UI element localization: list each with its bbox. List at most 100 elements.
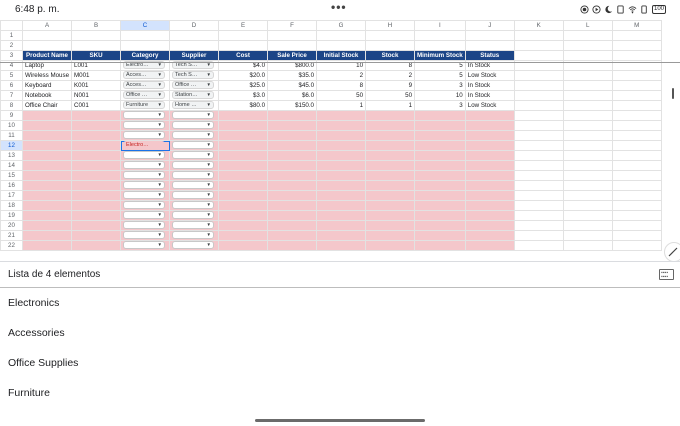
cell[interactable]	[21, 110, 73, 121]
cell[interactable]	[267, 40, 318, 51]
supplier-dropdown[interactable]: ▼	[172, 131, 215, 140]
cell[interactable]	[464, 140, 515, 151]
cell[interactable]	[513, 240, 564, 251]
cell[interactable]	[316, 30, 367, 41]
row-number[interactable]: 15	[0, 170, 23, 181]
row-number[interactable]: 9	[0, 110, 23, 121]
row-number[interactable]: 22	[0, 240, 23, 251]
cell[interactable]	[562, 190, 613, 201]
column-title[interactable]: Stock	[365, 50, 416, 61]
keyboard-icon[interactable]: ▪▪▪▪ ▪▪▪▪	[659, 269, 674, 280]
cell[interactable]	[218, 160, 269, 171]
cell[interactable]	[21, 220, 73, 231]
cell[interactable]	[414, 160, 466, 171]
cell[interactable]	[513, 80, 564, 91]
cell[interactable]	[562, 210, 613, 221]
cell[interactable]	[513, 160, 564, 171]
cell[interactable]	[267, 170, 318, 181]
cell[interactable]	[21, 140, 73, 151]
supplier-dropdown[interactable]: ▼	[172, 191, 215, 200]
cell[interactable]	[562, 130, 613, 141]
column-header[interactable]: F	[267, 20, 318, 31]
status-cell[interactable]: Low Stock	[464, 100, 515, 111]
category-dropdown-cell[interactable]: ▼	[120, 200, 171, 211]
cell[interactable]	[316, 210, 367, 221]
cell[interactable]	[71, 170, 122, 181]
cell[interactable]	[316, 170, 367, 181]
cell[interactable]	[562, 150, 613, 161]
cell[interactable]	[267, 220, 318, 231]
cost-cell[interactable]: $25.0	[218, 80, 269, 91]
category-dropdown-cell[interactable]: ▼	[120, 160, 171, 171]
supplier-dropdown[interactable]: ▼	[172, 171, 215, 180]
column-title[interactable]: Initial Stock	[316, 50, 367, 61]
column-header[interactable]: J	[464, 20, 515, 31]
cell[interactable]	[414, 200, 466, 211]
row-number[interactable]: 8	[0, 100, 23, 111]
more-options-icon[interactable]: •••	[331, 0, 347, 14]
column-header[interactable]: E	[218, 20, 269, 31]
supplier-dropdown[interactable]: ▼	[172, 201, 215, 210]
initial-stock-cell[interactable]: 2	[316, 70, 367, 81]
minimum-stock-cell[interactable]: 3	[414, 100, 466, 111]
cell[interactable]	[513, 90, 564, 101]
cell[interactable]	[267, 160, 318, 171]
category-dropdown[interactable]: Office … ▼	[123, 91, 166, 100]
cell[interactable]	[365, 190, 416, 201]
column-title[interactable]: Category	[120, 50, 171, 61]
row-number[interactable]: 6	[0, 80, 23, 91]
cell[interactable]	[316, 120, 367, 131]
cell[interactable]	[513, 30, 564, 41]
sale-price-cell[interactable]: $6.0	[267, 90, 318, 101]
cell[interactable]	[316, 150, 367, 161]
supplier-dropdown-cell[interactable]: ▼	[169, 110, 220, 121]
cell[interactable]	[365, 110, 416, 121]
stock-cell[interactable]: 1	[365, 100, 416, 111]
product-name-cell[interactable]: Keyboard	[21, 80, 73, 91]
cell[interactable]	[611, 240, 662, 251]
supplier-dropdown-cell[interactable]: ▼	[169, 140, 220, 151]
column-header[interactable]: M	[611, 20, 662, 31]
supplier-dropdown-cell[interactable]: ▼	[169, 130, 220, 141]
row-number[interactable]: 18	[0, 200, 23, 211]
supplier-dropdown[interactable]: ▼	[172, 231, 215, 240]
cell[interactable]	[513, 170, 564, 181]
cell[interactable]	[71, 110, 122, 121]
cell[interactable]	[267, 200, 318, 211]
cell[interactable]	[267, 30, 318, 41]
cell[interactable]	[562, 70, 613, 81]
category-dropdown-cell[interactable]: Acces… ▼	[120, 80, 171, 91]
category-dropdown-cell[interactable]: ▼	[120, 130, 171, 141]
supplier-dropdown[interactable]: ▼	[172, 111, 215, 120]
cell[interactable]	[562, 170, 613, 181]
product-name-cell[interactable]: Wireless Mouse	[21, 70, 73, 81]
category-dropdown[interactable]: ▼	[123, 121, 166, 130]
cell[interactable]	[218, 110, 269, 121]
category-dropdown[interactable]: ▼	[123, 181, 166, 190]
supplier-dropdown[interactable]: Tech S… ▼	[172, 71, 215, 80]
cell[interactable]	[562, 90, 613, 101]
cell[interactable]	[267, 150, 318, 161]
cell[interactable]	[218, 190, 269, 201]
option-office-supplies[interactable]: Office Supplies	[8, 357, 78, 369]
row-number[interactable]: 16	[0, 180, 23, 191]
sku-cell[interactable]: C001	[71, 100, 122, 111]
cell[interactable]	[513, 140, 564, 151]
cell[interactable]	[611, 230, 662, 241]
cell[interactable]	[464, 220, 515, 231]
category-dropdown[interactable]: Acces… ▼	[123, 71, 166, 80]
cell[interactable]	[464, 200, 515, 211]
cell[interactable]	[414, 220, 466, 231]
category-dropdown-cell[interactable]: ▼	[120, 180, 171, 191]
cell[interactable]	[464, 110, 515, 121]
supplier-dropdown[interactable]: ▼	[172, 141, 215, 150]
supplier-dropdown[interactable]: ▼	[172, 211, 215, 220]
category-dropdown-cell[interactable]: ▼	[120, 220, 171, 231]
row-number[interactable]: 5	[0, 70, 23, 81]
cell[interactable]	[464, 120, 515, 131]
cell[interactable]	[414, 240, 466, 251]
row-number[interactable]: 3	[0, 50, 23, 61]
row-number[interactable]: 13	[0, 150, 23, 161]
cell[interactable]	[611, 120, 662, 131]
column-title[interactable]: Minimum Stock	[414, 50, 466, 61]
